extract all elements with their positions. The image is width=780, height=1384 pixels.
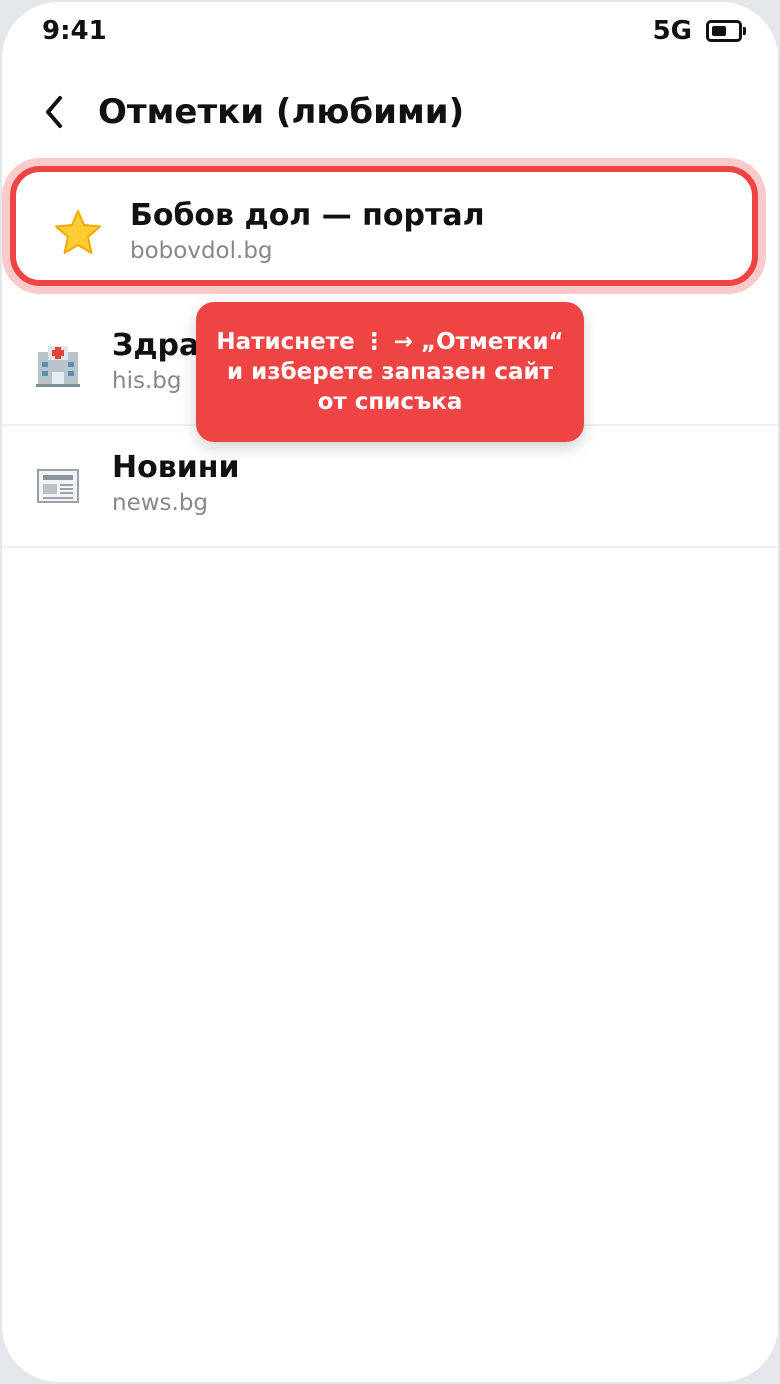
status-time: 9:41 bbox=[42, 16, 107, 46]
tooltip-text: Натиснете ⋮ → „Отметки“ и изберете запаз… bbox=[216, 329, 564, 415]
bookmark-url: bobovdol.bg bbox=[130, 238, 273, 264]
network-indicator: 5G bbox=[652, 16, 692, 46]
hospital-icon bbox=[30, 336, 86, 392]
bookmark-url: news.bg bbox=[112, 490, 209, 516]
phone-screen: 9:41 5G Отметки (любими) his.bg Новини n… bbox=[2, 2, 778, 1382]
bookmark-title: Новини bbox=[112, 450, 240, 485]
newspaper-icon bbox=[30, 458, 86, 514]
instruction-tooltip: Натиснете ⋮ → „Отметки“ и изберете запаз… bbox=[196, 302, 584, 442]
battery-fill bbox=[712, 26, 726, 36]
status-indicators: 5G bbox=[652, 16, 746, 46]
bookmark-url: his.bg bbox=[112, 368, 182, 394]
bookmark-item-news[interactable]: Новини news.bg bbox=[2, 426, 778, 548]
app-header: Отметки (любими) bbox=[2, 78, 778, 148]
bookmark-title: Бобов дол — портал bbox=[130, 198, 485, 233]
chevron-left-icon bbox=[46, 96, 62, 128]
battery-icon bbox=[706, 20, 746, 42]
bookmark-item-bobovdol[interactable]: Бобов дол — портал bobovdol.bg bbox=[10, 166, 758, 286]
star-icon bbox=[50, 204, 106, 260]
status-bar: 9:41 5G bbox=[2, 2, 778, 66]
page-title: Отметки (любими) bbox=[98, 92, 465, 132]
back-button[interactable] bbox=[32, 90, 76, 134]
